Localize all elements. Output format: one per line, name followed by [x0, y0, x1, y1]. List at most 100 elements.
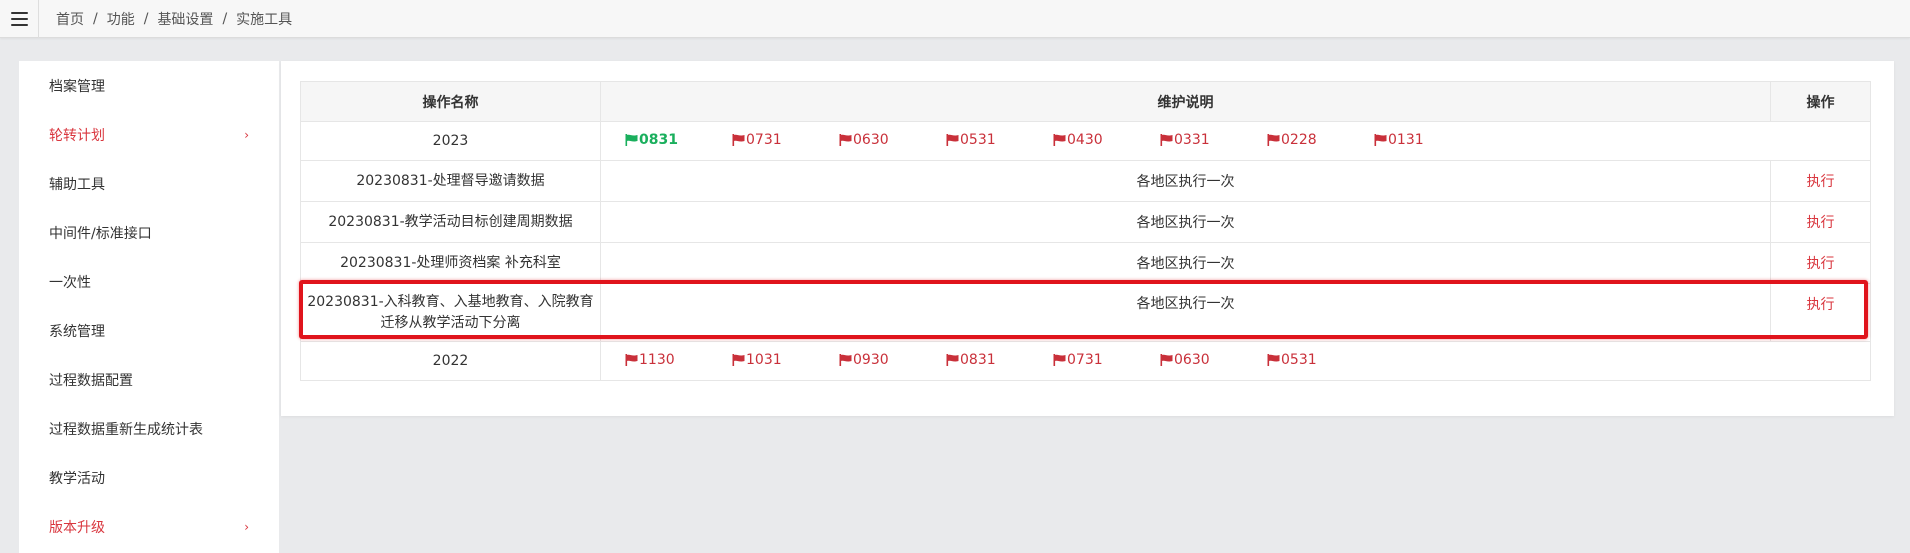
- version-flag-label: 1031: [746, 352, 782, 368]
- table-row-highlighted: 20230831-入科教育、入基地教育、入院教育 迁移从教学活动下分离 各地区执…: [300, 283, 1871, 342]
- version-flag-label: 0930: [853, 352, 889, 368]
- breadcrumb-features[interactable]: 功能: [107, 9, 135, 29]
- version-flag[interactable]: 0630: [839, 132, 946, 148]
- version-flag-label: 0131: [1388, 132, 1424, 148]
- version-flag[interactable]: 1130: [625, 352, 732, 368]
- version-flag-label: 0531: [1281, 352, 1317, 368]
- version-flag[interactable]: 1031: [732, 352, 839, 368]
- chevron-right-icon: ›: [244, 519, 249, 534]
- operation-name: 20230831-处理督导邀请数据: [300, 160, 601, 202]
- sidebar-item-label: 系统管理: [49, 323, 105, 340]
- version-flag[interactable]: 0831: [625, 132, 732, 148]
- flag-icon: [946, 134, 959, 146]
- version-flag-label: 0831: [960, 352, 996, 368]
- operation-description: 各地区执行一次: [600, 201, 1771, 243]
- sidebar-item-label: 一次性: [49, 274, 91, 291]
- version-flag[interactable]: 0630: [1160, 352, 1267, 368]
- table-row: 20230831-教学活动目标创建周期数据 各地区执行一次 执行: [300, 201, 1871, 243]
- operation-name-line: 迁移从教学活动下分离: [380, 314, 521, 331]
- flag-icon: [946, 354, 959, 366]
- version-flag-label: 0630: [1174, 352, 1210, 368]
- sidebar-item-system-management[interactable]: 系统管理: [19, 306, 279, 355]
- sidebar-item-teaching-activity[interactable]: 教学活动: [19, 453, 279, 502]
- breadcrumb: 首页 / 功能 / 基础设置 / 实施工具: [56, 9, 292, 29]
- sidebar-item-label: 中间件/标准接口: [49, 225, 152, 242]
- version-flag-label: 0831: [639, 132, 678, 148]
- version-flag[interactable]: 0531: [1267, 352, 1374, 368]
- execute-link[interactable]: 执行: [1807, 256, 1835, 272]
- version-flag-label: 0331: [1174, 132, 1210, 148]
- sidebar-item-regenerate-stats[interactable]: 过程数据重新生成统计表: [19, 404, 279, 453]
- sidebar-item-label: 过程数据重新生成统计表: [49, 421, 203, 438]
- sidebar-item-label: 过程数据配置: [49, 372, 133, 389]
- flag-icon: [732, 354, 745, 366]
- execute-link[interactable]: 执行: [1807, 215, 1835, 231]
- sidebar-item-archive[interactable]: 档案管理: [19, 61, 279, 110]
- flag-icon: [1053, 134, 1066, 146]
- sidebar-item-label: 版本升级: [49, 519, 105, 536]
- main-panel: 操作名称 维护说明 操作 2023 0831 0731 0630 0531 0430 03…: [281, 61, 1894, 416]
- breadcrumb-separator: /: [222, 10, 228, 27]
- version-flag[interactable]: 0531: [946, 132, 1053, 148]
- flag-icon: [625, 354, 638, 366]
- table-header-row: 操作名称 维护说明 操作: [300, 81, 1871, 122]
- operation-name-line: 20230831-入科教育、入基地教育、入院教育: [307, 293, 594, 310]
- breadcrumb-separator: /: [93, 10, 98, 27]
- version-flag-list: 0831 0731 0630 0531 0430 0331 0228 0131: [600, 121, 1871, 161]
- version-flag[interactable]: 0430: [1053, 132, 1160, 148]
- table-row: 20230831-处理督导邀请数据 各地区执行一次 执行: [300, 160, 1871, 202]
- column-header-description: 维护说明: [600, 81, 1771, 122]
- version-flag[interactable]: 0331: [1160, 132, 1267, 148]
- execute-link[interactable]: 执行: [1807, 297, 1835, 313]
- operation-description: 各地区执行一次: [600, 242, 1771, 284]
- flag-icon: [1053, 354, 1066, 366]
- sidebar-item-middleware[interactable]: 中间件/标准接口: [19, 208, 279, 257]
- version-flag-label: 0731: [1067, 352, 1103, 368]
- version-flag-label: 0228: [1281, 132, 1317, 148]
- sidebar-item-label: 辅助工具: [49, 176, 105, 193]
- flag-icon: [839, 354, 852, 366]
- sidebar-item-label: 轮转计划: [49, 127, 105, 144]
- execute-link[interactable]: 执行: [1807, 174, 1835, 190]
- flag-icon: [1267, 354, 1280, 366]
- version-flag[interactable]: 0831: [946, 352, 1053, 368]
- version-flag[interactable]: 0228: [1267, 132, 1374, 148]
- divider: [38, 0, 39, 38]
- version-flag[interactable]: 0131: [1374, 132, 1481, 148]
- menu-toggle-button[interactable]: [0, 0, 38, 38]
- sidebar-item-rotation-plan[interactable]: 轮转计划 ›: [19, 110, 279, 159]
- flag-icon: [1374, 134, 1387, 146]
- table-row: 20230831-处理师资档案 补充科室 各地区执行一次 执行: [300, 242, 1871, 284]
- flag-icon: [1160, 134, 1173, 146]
- sidebar-item-one-time[interactable]: 一次性: [19, 257, 279, 306]
- version-flag-label: 0731: [746, 132, 782, 148]
- flag-icon: [1267, 134, 1280, 146]
- breadcrumb-home[interactable]: 首页: [56, 9, 84, 29]
- column-header-action: 操作: [1770, 81, 1871, 122]
- breadcrumb-basic-settings[interactable]: 基础设置: [157, 9, 213, 29]
- flag-icon: [1160, 354, 1173, 366]
- version-flag-label: 0531: [960, 132, 996, 148]
- operation-name: 20230831-处理师资档案 补充科室: [300, 242, 601, 284]
- flag-icon: [732, 134, 745, 146]
- year-label: 2023: [300, 121, 601, 161]
- operation-name: 20230831-入科教育、入基地教育、入院教育 迁移从教学活动下分离: [300, 283, 601, 342]
- version-flag-label: 1130: [639, 352, 675, 368]
- year-row-2023: 2023 0831 0731 0630 0531 0430 0331 0228 0131: [300, 121, 1871, 161]
- breadcrumb-separator: /: [143, 10, 149, 27]
- hamburger-icon: [10, 11, 28, 26]
- version-flag[interactable]: 0731: [1053, 352, 1160, 368]
- version-flag-list: 1130 1031 0930 0831 0731 0630 0531: [600, 341, 1871, 381]
- top-bar: 首页 / 功能 / 基础设置 / 实施工具: [0, 0, 1910, 38]
- operations-table: 操作名称 维护说明 操作 2023 0831 0731 0630 0531 0430 03…: [300, 81, 1871, 381]
- version-flag[interactable]: 0930: [839, 352, 946, 368]
- operation-name: 20230831-教学活动目标创建周期数据: [300, 201, 601, 243]
- flag-icon: [839, 134, 852, 146]
- version-flag-label: 0630: [853, 132, 889, 148]
- sidebar-item-version-upgrade[interactable]: 版本升级 ›: [19, 502, 279, 551]
- sidebar-item-process-data-config[interactable]: 过程数据配置: [19, 355, 279, 404]
- version-flag[interactable]: 0731: [732, 132, 839, 148]
- sidebar-item-aux-tools[interactable]: 辅助工具: [19, 159, 279, 208]
- sidebar-item-label: 档案管理: [49, 78, 105, 95]
- operation-description: 各地区执行一次: [600, 283, 1771, 342]
